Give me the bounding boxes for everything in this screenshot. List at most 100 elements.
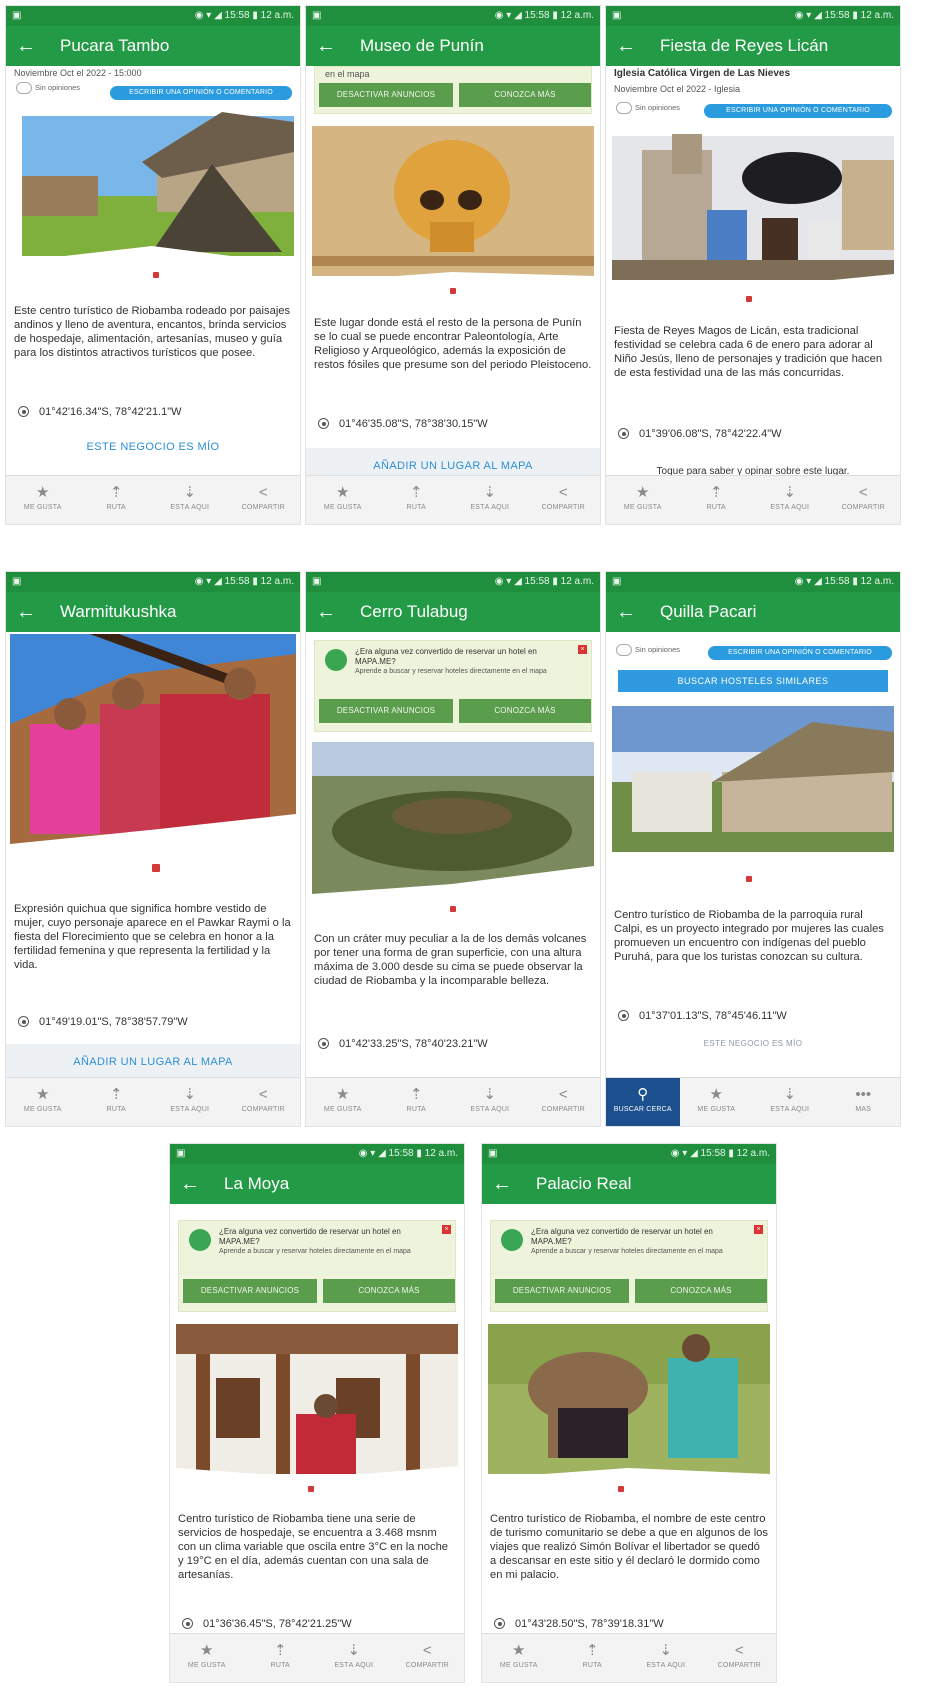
nav-like[interactable]: ★ ME GUSTA (306, 1078, 380, 1126)
place-photo[interactable] (312, 736, 594, 910)
route-icon: ⇡ (409, 484, 423, 501)
bottom-nav: ★ ME GUSTA ⇡ RUTA ⇣ ESTÁ AQUÍ < COMPARTIR (6, 1077, 300, 1126)
status-left: ▣ (312, 10, 322, 21)
maps-me-logo-icon (189, 1229, 211, 1251)
nav-like[interactable]: ★ ME GUSTA (170, 1634, 244, 1682)
back-arrow-icon[interactable]: ← (16, 592, 36, 632)
place-description: Este lugar donde está el resto de la per… (314, 317, 592, 371)
coordinates[interactable]: 01°42'33.25"S, 78°40'23.21"W (318, 1038, 592, 1050)
nav-share[interactable]: < COMPARTIR (391, 1634, 465, 1682)
app-bar: ← Quilla Pacari (606, 592, 900, 632)
nav-share[interactable]: < COMPARTIR (827, 476, 901, 524)
rating-face-icon (616, 644, 632, 656)
close-icon[interactable]: × (754, 1225, 763, 1234)
route-icon: ⇡ (109, 1086, 123, 1103)
place-photo[interactable] (612, 702, 894, 882)
nav-share[interactable]: < COMPARTIR (527, 476, 601, 524)
nav-like[interactable]: ★ ME GUSTA (606, 476, 680, 524)
app-bar: ← Palacio Real (482, 1164, 776, 1204)
nav-here[interactable]: ⇣ ESTÁ AQUÍ (629, 1634, 703, 1682)
status-left: ▣ (612, 576, 622, 587)
place-description: Centro turístico de Riobamba, el nombre … (490, 1513, 768, 1581)
gallery-pin-icon (746, 296, 752, 302)
close-icon[interactable]: × (442, 1225, 451, 1234)
coordinates[interactable]: 01°49'19.01"S, 78°38'57.79"W (18, 1016, 292, 1028)
screen-fiesta-reyes: ▣ ◉ ▾ ◢ 15:58 ▮ 12 a.m. ← Fiesta de Reyes… (606, 6, 900, 524)
status-bar: ▣ ◉ ▾ ◢ 15:58 ▮ 12 a.m. (6, 572, 300, 592)
share-icon: < (422, 1642, 432, 1659)
nav-route[interactable]: ⇡ RUTA (244, 1634, 318, 1682)
nav-share[interactable]: < COMPARTIR (703, 1634, 777, 1682)
back-arrow-icon[interactable]: ← (16, 26, 36, 66)
claim-business-link[interactable]: ESTE NEGOCIO ES MÍO (612, 1038, 894, 1050)
opinions-count: Sin opiniones (616, 644, 680, 656)
nav-here[interactable]: ⇣ ESTÁ AQUÍ (317, 1634, 391, 1682)
close-icon[interactable]: × (578, 645, 587, 654)
learn-more-button[interactable]: CONOZCA MÁS (459, 699, 591, 723)
coordinates[interactable]: 01°43'28.50"S, 78°39'18.31"W (494, 1618, 768, 1630)
find-similar-hostels-button[interactable]: BUSCAR HOSTELES SIMILARES (618, 670, 888, 692)
add-place-link[interactable]: AÑADIR UN LUGAR AL MAPA (6, 1044, 300, 1080)
learn-more-button[interactable]: CONOZCA MÁS (459, 83, 591, 107)
nav-more[interactable]: ••• MÁS (827, 1078, 901, 1126)
write-review-button[interactable]: ESCRIBIR UNA OPINIÓN O COMENTARIO (708, 646, 892, 660)
learn-more-button[interactable]: CONOZCA MÁS (323, 1279, 455, 1303)
ad-title: ¿Era alguna vez convertido de reservar u… (355, 647, 537, 666)
place-photo[interactable] (612, 130, 894, 302)
back-arrow-icon[interactable]: ← (492, 1164, 512, 1204)
place-photo[interactable] (488, 1318, 770, 1492)
nav-route[interactable]: ⇡ RUTA (556, 1634, 630, 1682)
share-icon: < (734, 1642, 744, 1659)
nav-route[interactable]: ⇡ RUTA (380, 1078, 454, 1126)
nav-route[interactable]: ⇡ RUTA (380, 476, 454, 524)
back-arrow-icon[interactable]: ← (616, 592, 636, 632)
nav-share[interactable]: < COMPARTIR (527, 1078, 601, 1126)
nav-like[interactable]: ★ ME GUSTA (306, 476, 380, 524)
nav-here[interactable]: ⇣ ESTÁ AQUÍ (453, 476, 527, 524)
nav-like[interactable]: ★ ME GUSTA (6, 1078, 80, 1126)
nav-route[interactable]: ⇡ RUTA (680, 476, 754, 524)
write-review-button[interactable]: ESCRIBIR UNA OPINIÓN O COMENTARIO (704, 104, 892, 118)
learn-more-button[interactable]: CONOZCA MÁS (635, 1279, 767, 1303)
back-arrow-icon[interactable]: ← (316, 26, 336, 66)
nav-like[interactable]: ★ ME GUSTA (6, 476, 80, 524)
nav-like[interactable]: ★ ME GUSTA (482, 1634, 556, 1682)
disable-ads-button[interactable]: DESACTIVAR ANUNCIOS (183, 1279, 317, 1303)
bottom-nav: ★ ME GUSTA ⇡ RUTA ⇣ ESTÁ AQUÍ < COMPARTIR (6, 475, 300, 524)
nav-route[interactable]: ⇡ RUTA (80, 1078, 154, 1126)
ad-banner: en el mapa DESACTIVAR ANUNCIOS CONOZCA M… (314, 66, 592, 114)
coordinates[interactable]: 01°42'16.34"S, 78°42'21.1"W (18, 406, 292, 418)
back-arrow-icon[interactable]: ← (316, 592, 336, 632)
disable-ads-button[interactable]: DESACTIVAR ANUNCIOS (319, 699, 453, 723)
place-photo[interactable] (312, 122, 594, 294)
claim-business-link[interactable]: ESTE NEGOCIO ES MÍO (12, 434, 294, 460)
place-photo[interactable] (12, 112, 294, 276)
nav-here[interactable]: ⇣ ESTÁ AQUÍ (153, 476, 227, 524)
place-description: Con un cráter muy peculiar a la de los d… (314, 933, 587, 987)
nav-like[interactable]: ★ ME GUSTA (680, 1078, 754, 1126)
status-bar: ▣ ◉ ▾ ◢ 15:58 ▮ 12 a.m. (170, 1144, 464, 1164)
nav-search-nearby[interactable]: ⚲ BUSCAR CERCA (606, 1078, 680, 1126)
nav-route[interactable]: ⇡ RUTA (80, 476, 154, 524)
coordinates[interactable]: 01°36'36.45"S, 78°42'21.25"W (182, 1618, 456, 1630)
back-arrow-icon[interactable]: ← (180, 1164, 200, 1204)
place-photo[interactable] (176, 1318, 458, 1492)
place-photo[interactable] (10, 634, 296, 870)
nav-share[interactable]: < COMPARTIR (227, 476, 301, 524)
nav-here[interactable]: ⇣ ESTÁ AQUÍ (753, 476, 827, 524)
disable-ads-button[interactable]: DESACTIVAR ANUNCIOS (319, 83, 453, 107)
status-right: ◉ ▾ ◢ 15:58 ▮ 12 a.m. (194, 576, 294, 587)
write-review-button[interactable]: ESCRIBIR UNA OPINIÓN O COMENTARIO (110, 86, 292, 100)
nav-here[interactable]: ⇣ ESTÁ AQUÍ (153, 1078, 227, 1126)
coordinates[interactable]: 01°46'35.08"S, 78°38'30.15"W (318, 418, 592, 430)
coordinates[interactable]: 01°39'06.08"S, 78°42'22.4"W (618, 428, 892, 440)
coordinates[interactable]: 01°37'01.13"S, 78°45'46.11"W (618, 1010, 892, 1022)
status-right: ◉ ▾ ◢ 15:58 ▮ 12 a.m. (358, 1148, 458, 1159)
nav-here[interactable]: ⇣ ESTÁ AQUÍ (453, 1078, 527, 1126)
nav-share[interactable]: < COMPARTIR (227, 1078, 301, 1126)
disable-ads-button[interactable]: DESACTIVAR ANUNCIOS (495, 1279, 629, 1303)
back-arrow-icon[interactable]: ← (616, 26, 636, 66)
location-target-icon (18, 1016, 29, 1027)
nav-here[interactable]: ⇣ ESTÁ AQUÍ (753, 1078, 827, 1126)
screen-palacio-real: ▣ ◉ ▾ ◢ 15:58 ▮ 12 a.m. ← Palacio Real ¿E… (482, 1144, 776, 1682)
